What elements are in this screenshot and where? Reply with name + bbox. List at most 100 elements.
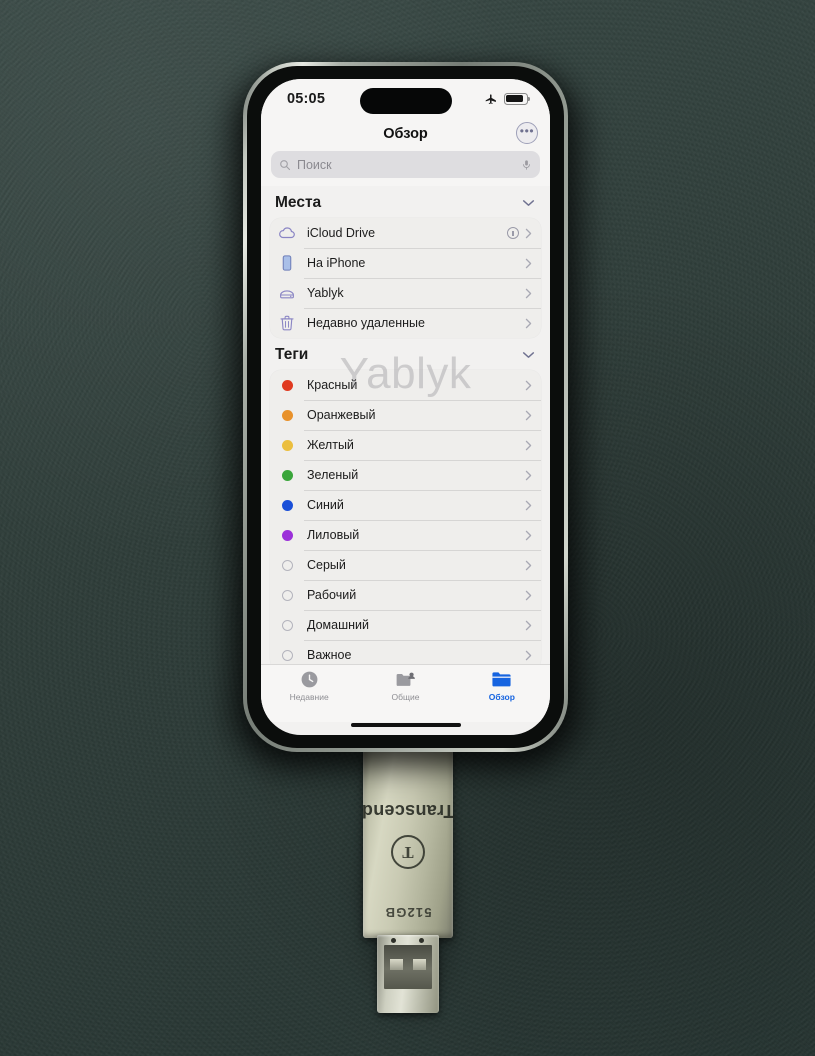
status-time: 05:05 (287, 91, 326, 107)
row-accessory (525, 620, 532, 631)
tab-bar: Недавние Общие Обзор (261, 664, 550, 722)
search-input[interactable]: Поиск (271, 151, 540, 178)
list-item-tag[interactable]: Домашний (270, 610, 541, 640)
row-accessory (525, 500, 532, 511)
row-accessory (525, 650, 532, 661)
tab-browse[interactable]: Обзор (454, 670, 550, 702)
row-accessory (525, 440, 532, 451)
sync-status-icon (507, 227, 519, 239)
list-item-tag[interactable]: Желтый (270, 430, 541, 460)
search-icon (280, 159, 291, 170)
chevron-right-icon (525, 258, 532, 268)
tag-color-dot (282, 469, 293, 481)
tab-shared[interactable]: Общие (357, 670, 453, 702)
list-item-label: Недавно удаленные (307, 316, 425, 330)
section-header-places[interactable]: Места (270, 186, 541, 218)
usb-connector-pin (413, 959, 426, 970)
chevron-right-icon (525, 288, 532, 298)
chevron-right-icon (525, 410, 532, 420)
usb-a-connector (377, 935, 439, 1013)
chevron-down-icon[interactable] (522, 199, 535, 207)
phone-screen: 05:05 Обзор ••• Поиск Yablyk Места iClou… (261, 79, 550, 735)
row-accessory (525, 590, 532, 601)
home-indicator[interactable] (350, 723, 461, 727)
row-accessory (525, 530, 532, 541)
list-item-tag[interactable]: Синий (270, 490, 541, 520)
places-list: iCloud Drive На iPhone Yablyk Недавно уд… (270, 218, 541, 338)
trash-icon (278, 314, 296, 332)
usb-connector-hole (391, 938, 396, 943)
row-accessory (525, 258, 532, 269)
list-item-label: Зеленый (307, 468, 359, 482)
tab-label: Общие (391, 692, 420, 702)
row-accessory (525, 318, 532, 329)
list-item-tag[interactable]: Оранжевый (270, 400, 541, 430)
shared-folder-icon (394, 670, 416, 689)
tag-color-dot (282, 499, 293, 511)
tag-color-dot (282, 649, 293, 661)
row-accessory (525, 288, 532, 299)
tag-color-dot (282, 379, 293, 391)
row-accessory (525, 380, 532, 391)
usb-connector-pin (390, 959, 403, 970)
list-item-tag[interactable]: Красный (270, 370, 541, 400)
list-item-label: Yablyk (307, 286, 344, 300)
list-item-label: Лиловый (307, 528, 360, 542)
usb-connector-hole (419, 938, 424, 943)
folder-icon (491, 670, 513, 689)
chevron-right-icon (525, 440, 532, 450)
airplane-mode-icon (485, 93, 496, 104)
section-title: Места (275, 194, 322, 211)
list-item-label: Домашний (307, 618, 369, 632)
list-item-label: Желтый (307, 438, 354, 452)
usb-drive-markings: 512GB T Transcend (362, 742, 455, 938)
tag-color-dot (282, 559, 293, 571)
more-options-button[interactable]: ••• (516, 122, 538, 144)
status-indicators (484, 93, 531, 106)
chevron-right-icon (525, 650, 532, 660)
tag-color-dot (282, 439, 293, 451)
list-item-tag[interactable]: Важное (270, 640, 541, 664)
microphone-icon[interactable] (521, 158, 532, 172)
iphone-icon (278, 254, 296, 272)
list-item-tag[interactable]: Зеленый (270, 460, 541, 490)
usb-connector-cavity (384, 945, 432, 989)
tag-color-dot (282, 529, 293, 541)
chevron-down-icon[interactable] (522, 351, 535, 359)
list-item-label: iCloud Drive (307, 226, 376, 240)
list-item-tag[interactable]: Серый (270, 550, 541, 580)
list-item-label: Оранжевый (307, 408, 376, 422)
photo-scene: 512GB T Transcend 05:05 Обзор ••• Поиск … (0, 0, 815, 1056)
tab-label: Недавние (289, 692, 329, 702)
tab-recents[interactable]: Недавние (261, 670, 357, 702)
tags-list: Красный Оранжевый Желтый Зеленый Синий Лиловы… (270, 370, 541, 664)
section-header-tags[interactable]: Теги (270, 338, 541, 370)
search-area: Поиск (261, 149, 550, 186)
chevron-right-icon (525, 500, 532, 510)
usb-capacity-label: 512GB (384, 905, 432, 920)
chevron-right-icon (525, 530, 532, 540)
list-item-tag[interactable]: Лиловый (270, 520, 541, 550)
list-item-yablyk-drive[interactable]: Yablyk (270, 278, 541, 308)
tag-color-dot (282, 409, 293, 421)
chevron-right-icon (525, 470, 532, 480)
page-title: Обзор (383, 126, 428, 142)
status-bar: 05:05 (261, 79, 550, 119)
tag-color-dot (282, 619, 293, 631)
tag-color-dot (282, 589, 293, 601)
list-item-recently-deleted[interactable]: Недавно удаленные (270, 308, 541, 338)
chevron-right-icon (525, 318, 532, 328)
chevron-right-icon (525, 620, 532, 630)
cloud-icon (278, 224, 296, 242)
row-accessory (525, 560, 532, 571)
browse-content[interactable]: Yablyk Места iCloud Drive На iPhone Yabl… (261, 186, 550, 664)
list-item-icloud-drive[interactable]: iCloud Drive (270, 218, 541, 248)
chevron-right-icon (525, 590, 532, 600)
list-item-label: На iPhone (307, 256, 366, 270)
dynamic-island (359, 88, 452, 114)
list-item-on-iphone[interactable]: На iPhone (270, 248, 541, 278)
battery-fill (506, 95, 524, 103)
tab-label: Обзор (488, 692, 515, 702)
list-item-tag[interactable]: Рабочий (270, 580, 541, 610)
external-drive-icon (278, 284, 296, 302)
